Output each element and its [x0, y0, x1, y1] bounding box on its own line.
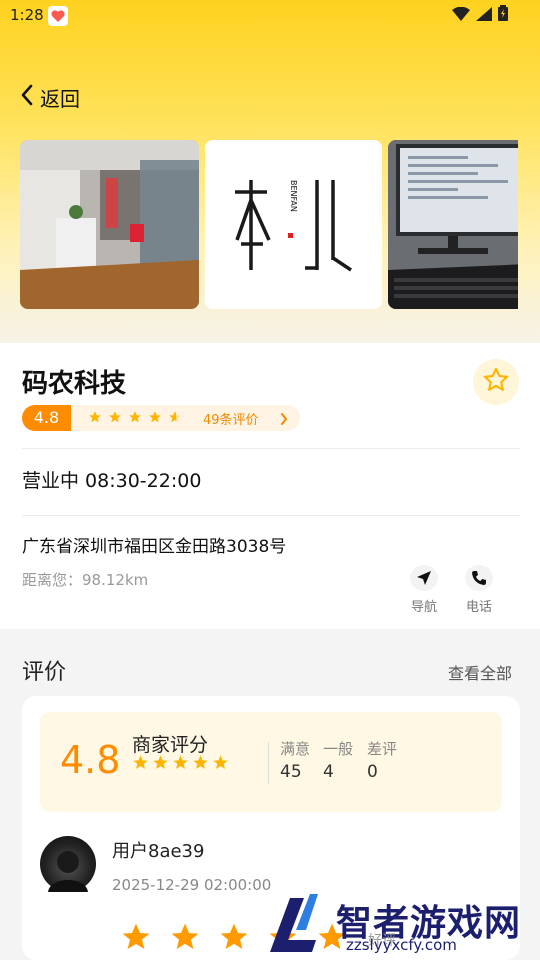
star-icon	[108, 409, 122, 428]
call-label: 电话	[465, 600, 492, 615]
merchant-score-title: 商家评分	[132, 734, 209, 756]
star-icon	[152, 754, 169, 775]
status-indicators	[452, 5, 508, 25]
divider	[22, 515, 520, 516]
shop-address: 广东省深圳市福田区金田路3038号	[22, 537, 287, 557]
star-icon	[172, 754, 189, 775]
top-nav: 返回	[0, 80, 540, 114]
divider	[22, 448, 520, 449]
rating-score-badge: 4.8	[22, 405, 71, 431]
stat-average: 一般 4	[323, 738, 353, 782]
photo-gallery[interactable]: BENFAN	[20, 140, 518, 310]
back-button[interactable]: 返回	[20, 80, 80, 114]
star-icon	[132, 754, 149, 775]
stat-negative: 差评 0	[367, 738, 397, 782]
stat-satisfied: 满意 45	[280, 738, 310, 782]
shop-info-card: 码农科技 4.8 49条评价 营业中 08:30-22:00 广东省深圳市福田区…	[0, 343, 540, 629]
stat-value: 4	[323, 762, 334, 782]
star-icon	[88, 409, 102, 428]
phone-icon	[465, 565, 493, 591]
app-notification-icon	[48, 6, 68, 26]
merchant-score-stars	[132, 754, 229, 775]
call-button[interactable]: 电话	[457, 565, 501, 615]
star-icon	[192, 754, 209, 775]
view-all-reviews-link[interactable]: 查看全部	[448, 660, 512, 684]
navigate-button[interactable]: 导航	[402, 565, 446, 615]
watermark-url: zzslyyxcfy.com	[346, 936, 457, 954]
star-icon	[128, 409, 142, 428]
business-hours: 营业中 08:30-22:00	[22, 470, 202, 492]
review-date: 2025-12-29 02:00:00	[112, 876, 272, 894]
shop-name: 码农科技	[22, 369, 127, 399]
reviews-section-title: 评价	[22, 660, 67, 685]
chevron-right-icon	[280, 411, 288, 430]
logo-wordmark: BENFAN	[289, 180, 298, 212]
status-time: 1:28	[10, 6, 44, 24]
gallery-photo-logo[interactable]: BENFAN	[205, 140, 382, 309]
rating-summary-link[interactable]: 4.8 49条评价	[22, 405, 300, 431]
stat-value: 0	[367, 762, 378, 782]
review-count: 49条评价	[203, 413, 259, 428]
summary-divider	[268, 742, 269, 784]
back-label: 返回	[40, 86, 80, 111]
chevron-left-icon	[20, 84, 34, 110]
watermark-logo-icon	[270, 894, 318, 952]
stat-label: 满意	[280, 740, 311, 758]
site-watermark: 智者游戏网 好评 zzslyyxcfy.com	[266, 890, 540, 960]
star-icon	[169, 921, 201, 957]
status-bar: 1:28	[0, 0, 540, 32]
stat-label: 一般	[323, 740, 354, 758]
review-user-name: 用户8ae39	[112, 841, 205, 862]
shop-distance: 距离您：98.12km	[22, 571, 149, 589]
avatar[interactable]	[40, 836, 96, 892]
gallery-photo-computer[interactable]	[388, 140, 518, 309]
stat-label: 差评	[367, 740, 398, 758]
star-outline-icon	[482, 366, 510, 398]
gallery-photo-office[interactable]	[20, 140, 199, 309]
wifi-icon	[452, 6, 470, 25]
star-half-icon	[168, 409, 182, 428]
rating-stars	[88, 409, 182, 428]
star-icon	[212, 754, 229, 775]
signal-icon	[476, 6, 492, 25]
battery-icon	[498, 5, 508, 25]
navigation-arrow-icon	[410, 565, 438, 591]
star-icon	[218, 921, 250, 957]
navigate-label: 导航	[410, 600, 437, 615]
stat-value: 45	[280, 762, 302, 782]
favorite-button[interactable]	[473, 359, 519, 405]
star-icon	[120, 921, 152, 957]
merchant-score: 4.8	[60, 738, 121, 782]
star-icon	[148, 409, 162, 428]
rating-summary: 4.8 商家评分 满意 45 一般 4 差评 0	[40, 712, 502, 812]
